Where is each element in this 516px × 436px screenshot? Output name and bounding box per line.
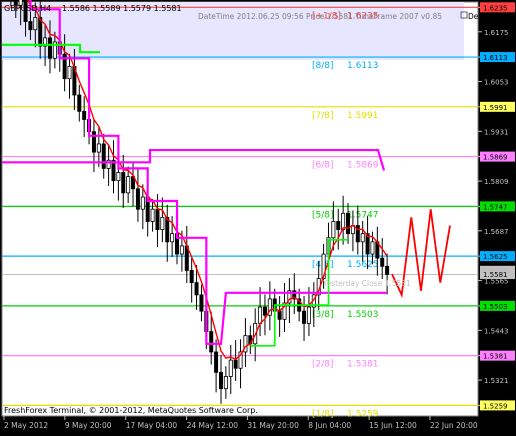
price-tick-label: 1.5443: [484, 327, 509, 335]
candle-body: [360, 233, 365, 243]
time-tick-label: 31 May 20:00: [247, 421, 299, 430]
price-tick-label: 1.6175: [484, 29, 509, 37]
murrey-level-name: [2/8]: [312, 360, 334, 370]
time-tick-label: 15 Jun 12:00: [369, 421, 417, 430]
price-marker-label: 1.5381: [483, 353, 508, 361]
candle-body: [96, 143, 101, 153]
candle-body: [155, 208, 160, 230]
candle-body: [150, 208, 155, 222]
candle-body: [160, 216, 165, 230]
candle-body: [135, 188, 140, 210]
candle-body: [101, 143, 106, 169]
candle-body: [165, 216, 170, 243]
candle-body: [170, 233, 175, 243]
price-marker-label: 1.5869: [483, 154, 508, 162]
candle-body: [277, 310, 282, 320]
candle-body: [194, 282, 199, 296]
murrey-level-value: 1.5991: [347, 111, 379, 121]
time-tick-label: 22 Jun 20:00: [430, 421, 478, 430]
murrey-level-value: 1.5869: [347, 161, 379, 171]
time-tick-label: 9 May 20:00: [65, 421, 112, 430]
info-header: DateTime 2012.06.25 09:56 Price 1.5581 T…: [198, 12, 442, 21]
price-marker-label: 1.5625: [483, 253, 508, 261]
candle-body: [33, 17, 38, 31]
candle-body: [258, 306, 263, 324]
candle-body: [336, 221, 341, 230]
candle-body: [209, 331, 214, 353]
price-tick-label: 1.6053: [484, 79, 509, 87]
price-marker-label: 1.5747: [483, 203, 508, 211]
candle-body: [331, 221, 336, 239]
murrey-level-name: [5/8]: [312, 210, 334, 220]
price-marker-label: 1.6235: [483, 4, 508, 12]
price-marker-label: 1.6113: [483, 54, 508, 62]
candle-body: [262, 306, 267, 316]
murrey-level-name: [3/8]: [312, 310, 334, 320]
candle-body: [77, 94, 82, 112]
murrey-level-value: 1.5259: [347, 409, 379, 419]
murrey-level-value: 1.6113: [347, 61, 379, 71]
candle-body: [67, 66, 72, 80]
candle-body: [121, 172, 126, 194]
candle-body: [140, 196, 145, 210]
price-marker-label: 1.5991: [483, 104, 508, 112]
candle-body: [179, 245, 184, 255]
candle-body: [199, 294, 204, 312]
murrey-level-name: [6/8]: [312, 161, 334, 171]
candle-body: [370, 241, 375, 255]
candle-body: [223, 376, 228, 390]
candle-body: [189, 269, 194, 284]
candle-body: [380, 257, 385, 267]
price-marker-label: 1.5581: [483, 271, 508, 279]
time-tick-label: 2 May 2012: [4, 421, 48, 430]
candle-body: [385, 265, 390, 275]
time-tick-label: 24 May 12:00: [187, 421, 239, 430]
candle-body: [218, 371, 223, 390]
candle-body: [306, 306, 311, 324]
candle-body: [28, 21, 33, 31]
candle-body: [228, 359, 233, 377]
yesterday-close-label: Yesterday Close 1.5581: [322, 279, 411, 288]
candle-body: [82, 110, 87, 120]
candle-body: [302, 310, 307, 324]
murrey-level-value: 1.5381: [347, 360, 379, 370]
time-tick-label: 17 May 04:00: [126, 421, 178, 430]
price-tick-label: 1.5809: [484, 178, 509, 186]
price-tick-label: 1.5321: [484, 377, 509, 385]
watermark: FreshForex Terminal, © 2001-2012, MetaQu…: [4, 406, 258, 415]
info-tail: Defi: [468, 12, 483, 21]
price-tick-label: 1.5687: [484, 228, 509, 236]
price-chart[interactable]: [+1/8] 1.6235[8/8] 1.6113[7/8] 1.5991[6/8] 1…: [0, 0, 516, 432]
candle-body: [233, 359, 238, 369]
candle-body: [116, 172, 121, 182]
price-marker-label: 1.5259: [483, 402, 508, 410]
murrey-level-name: [1/8]: [312, 409, 334, 419]
symbol-header: GBPUSD,H4: [4, 4, 51, 13]
price-marker-label: 1.5503: [483, 303, 508, 311]
murrey-level-name: [7/8]: [312, 111, 334, 121]
candle-body: [214, 351, 219, 373]
murrey-level-name: [8/8]: [312, 61, 334, 71]
price-tick-label: 1.5931: [484, 128, 509, 136]
chart-window[interactable]: [+1/8] 1.6235 [8/8] 1.6113 [7/8] 1.5991 [6/8] 1…: [0, 0, 516, 432]
candle-body: [38, 17, 43, 47]
candle-body: [126, 176, 131, 194]
candle-body: [346, 212, 351, 235]
time-tick-label: 8 Jun 04:00: [308, 421, 351, 430]
candle-body: [47, 37, 52, 59]
murrey-level-value: 1.5747: [347, 210, 379, 220]
ohlc-header: 1.5586 1.5589 1.5579 1.5581: [62, 4, 182, 13]
murrey-level-value: 1.5503: [347, 310, 379, 320]
